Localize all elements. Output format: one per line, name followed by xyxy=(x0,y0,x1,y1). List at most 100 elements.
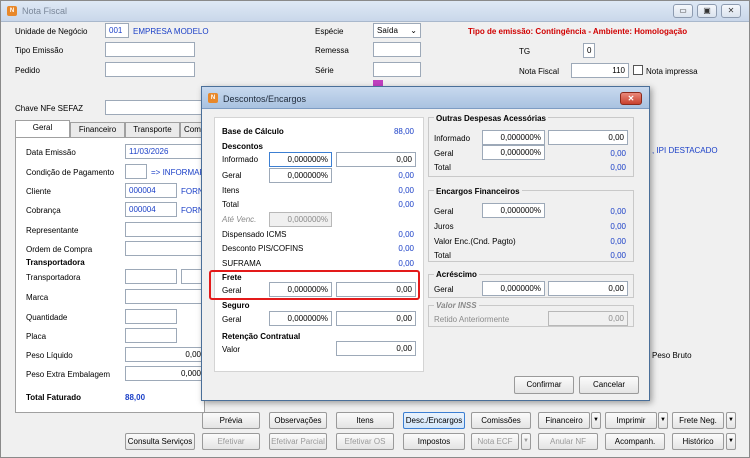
remessa-field[interactable] xyxy=(373,42,421,57)
tab-transporte[interactable]: Transporte xyxy=(125,122,180,137)
data-emissao-label: Data Emissão xyxy=(26,148,76,157)
itens-button[interactable]: Itens xyxy=(336,412,394,429)
consulta-servicos-button[interactable]: Consulta Serviços xyxy=(125,433,195,450)
nota-fiscal-field[interactable]: 110 xyxy=(571,63,629,78)
condicao-label: Condição de Pagamento xyxy=(26,168,115,177)
dispensado-icms-label: Dispensado ICMS xyxy=(222,230,287,239)
financeiro-button[interactable]: Financeiro xyxy=(538,412,590,429)
enc-juros-label: Juros xyxy=(434,222,454,231)
enc-geral-pct-field[interactable]: 0,000000% xyxy=(482,203,545,218)
retencao-value-field[interactable]: 0,00 xyxy=(336,341,416,356)
desc-encargos-button[interactable]: Desc./Encargos xyxy=(403,412,465,429)
cliente-code-field[interactable]: 000004 xyxy=(125,183,177,198)
minimize-button[interactable]: ▭ xyxy=(673,4,693,18)
frete-highlight-box xyxy=(209,270,420,300)
acompanh-button[interactable]: Acompanh. xyxy=(605,433,665,450)
peso-extra-field[interactable]: 0,000 xyxy=(125,366,205,381)
placa-field[interactable] xyxy=(125,328,177,343)
tab-geral[interactable]: Geral xyxy=(15,120,70,138)
cliente-label: Cliente xyxy=(26,187,51,196)
marca-label: Marca xyxy=(26,293,49,302)
desc-total-value: 0,00 xyxy=(398,200,414,209)
marca-field[interactable] xyxy=(125,289,205,304)
frete-neg-button[interactable]: Frete Neg. xyxy=(672,412,724,429)
transportadora-header: Transportadora xyxy=(26,258,85,267)
historico-button[interactable]: Histórico xyxy=(672,433,724,450)
ordem-compra-label: Ordem de Compra xyxy=(26,245,93,254)
desc-informado-pct-field[interactable]: 0,000000% xyxy=(269,152,332,167)
inss-header: Valor INSS xyxy=(434,301,479,310)
serie-label: Série xyxy=(315,66,334,75)
cancelar-button[interactable]: Cancelar xyxy=(579,376,639,394)
close-button[interactable]: ✕ xyxy=(721,4,741,18)
imprimir-dropdown-arrow-icon[interactable]: ▼ xyxy=(658,412,668,429)
nota-ecf-button[interactable]: Nota ECF xyxy=(471,433,519,450)
transportadora-code-field[interactable] xyxy=(125,269,177,284)
comissoes-button[interactable]: Comissões xyxy=(471,412,531,429)
chevron-down-icon: ⌄ xyxy=(410,26,417,35)
tab-financeiro[interactable]: Financeiro xyxy=(70,122,125,137)
condicao-field[interactable] xyxy=(125,164,147,179)
pedido-label: Pedido xyxy=(15,66,40,75)
observacoes-button[interactable]: Observações xyxy=(269,412,327,429)
desc-informado-value-field[interactable]: 0,00 xyxy=(336,152,416,167)
enc-valor-value: 0,00 xyxy=(610,237,626,246)
unidade-code-field[interactable]: 001 xyxy=(105,23,129,38)
remessa-label: Remessa xyxy=(315,46,349,55)
representante-field[interactable] xyxy=(125,222,205,237)
emission-status: Tipo de emissão: Contingência - Ambiente… xyxy=(468,27,688,36)
nota-ecf-dropdown-arrow-icon[interactable]: ▼ xyxy=(521,433,531,450)
ordem-compra-field[interactable] xyxy=(125,241,205,256)
nota-impressa-label: Nota impressa xyxy=(646,67,698,76)
efetivar-os-button[interactable]: Efetivar OS xyxy=(336,433,394,450)
cobranca-code-field[interactable]: 000004 xyxy=(125,202,177,217)
inss-value-field: 0,00 xyxy=(548,311,628,326)
seguro-pct-field[interactable]: 0,000000% xyxy=(269,311,332,326)
title-bar: N Nota Fiscal ▭ ▣ ✕ xyxy=(1,1,749,22)
seguro-header: Seguro xyxy=(222,301,250,310)
suframa-label: SUFRAMA xyxy=(222,259,262,268)
cobranca-label: Cobrança xyxy=(26,206,61,215)
seguro-value-field[interactable]: 0,00 xyxy=(336,311,416,326)
acr-value-field[interactable]: 0,00 xyxy=(548,281,628,296)
financeiro-dropdown-arrow-icon[interactable]: ▼ xyxy=(591,412,601,429)
nota-impressa-checkbox[interactable] xyxy=(633,65,643,75)
frete-neg-dropdown-arrow-icon[interactable]: ▼ xyxy=(726,412,736,429)
anular-nf-button[interactable]: Anular NF xyxy=(538,433,598,450)
outras-geral-pct-field[interactable]: 0,000000% xyxy=(482,145,545,160)
representante-label: Representante xyxy=(26,226,79,235)
maximize-button[interactable]: ▣ xyxy=(697,4,717,18)
dispensado-icms-value: 0,00 xyxy=(398,230,414,239)
efetivar-parcial-button[interactable]: Efetivar Parcial xyxy=(269,433,327,450)
tg-field[interactable]: 0 xyxy=(583,43,595,58)
serie-field[interactable] xyxy=(373,62,421,77)
data-emissao-field[interactable]: 11/03/2026 xyxy=(125,144,205,159)
imprimir-button[interactable]: Imprimir xyxy=(605,412,657,429)
tipo-emissao-field[interactable] xyxy=(105,42,195,57)
historico-dropdown-arrow-icon[interactable]: ▼ xyxy=(726,433,736,450)
confirmar-button[interactable]: Confirmar xyxy=(514,376,574,394)
desc-geral-pct-field[interactable]: 0,000000% xyxy=(269,168,332,183)
peso-liquido-field[interactable]: 0,00 xyxy=(125,347,205,362)
outras-informado-label: Informado xyxy=(434,134,471,143)
efetivar-button[interactable]: Efetivar xyxy=(202,433,260,450)
outras-informado-value-field[interactable]: 0,00 xyxy=(548,130,628,145)
dialog-app-icon: N xyxy=(208,93,218,103)
desc-informado-label: Informado xyxy=(222,155,259,164)
outras-informado-pct-field[interactable]: 0,000000% xyxy=(482,130,545,145)
especie-value: Saída xyxy=(377,26,398,35)
pedido-field[interactable] xyxy=(105,62,195,77)
especie-label: Espécie xyxy=(315,27,344,36)
especie-select[interactable]: Saída ⌄ xyxy=(373,23,421,38)
desc-geral-value: 0,00 xyxy=(398,171,414,180)
dialog-close-button[interactable]: ✕ xyxy=(620,92,642,105)
condicao-link[interactable]: => INFORMAR xyxy=(151,168,205,177)
outras-total-label: Total xyxy=(434,163,451,172)
chave-field[interactable] xyxy=(105,100,205,115)
impostos-button[interactable]: Impostos xyxy=(403,433,465,450)
acr-pct-field[interactable]: 0,000000% xyxy=(482,281,545,296)
desc-geral-label: Geral xyxy=(222,171,242,180)
desc-itens-value: 0,00 xyxy=(398,186,414,195)
previa-button[interactable]: Prévia xyxy=(202,412,260,429)
quantidade-field[interactable] xyxy=(125,309,177,324)
